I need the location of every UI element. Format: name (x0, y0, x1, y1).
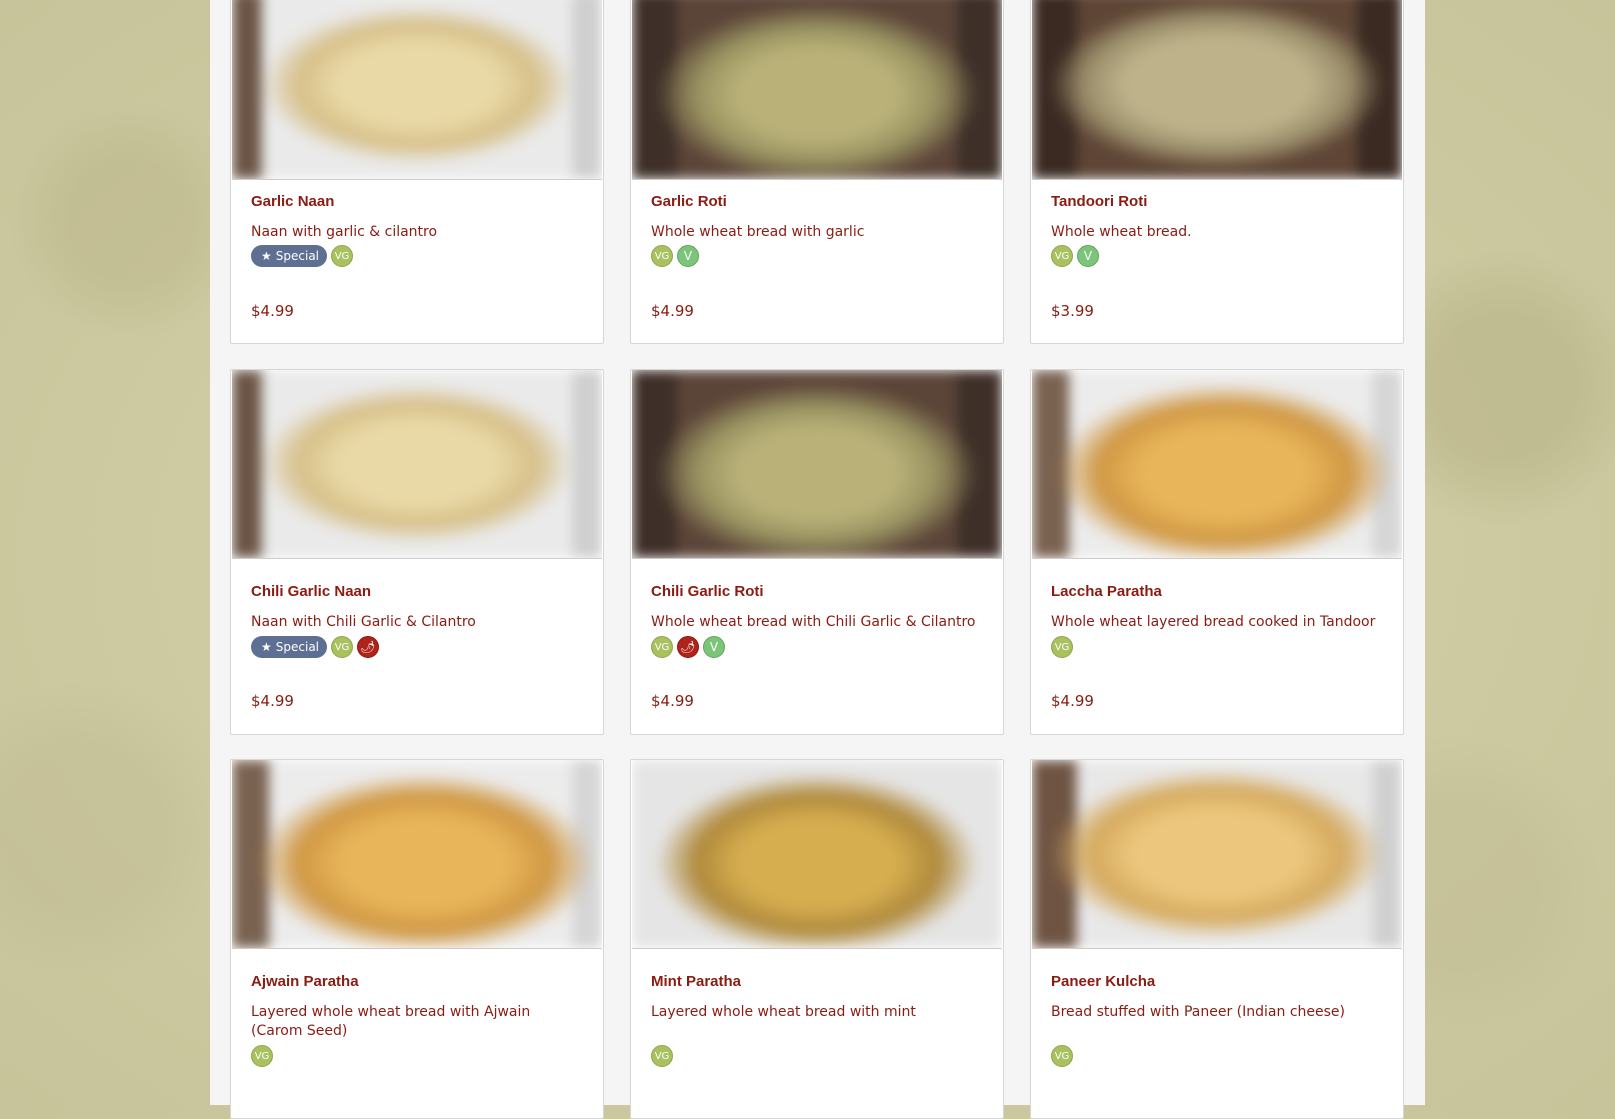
vegetarian-badge: VG (651, 1045, 673, 1067)
star-icon: ★ (261, 640, 272, 654)
item-name: Garlic Naan (251, 193, 335, 210)
item-description: Whole wheat bread with Chili Garlic & Ci… (651, 614, 976, 630)
item-photo (632, 0, 1002, 180)
menu-item-card[interactable]: Laccha Paratha Whole wheat layered bread… (1030, 369, 1404, 735)
item-badges: VG (1051, 1044, 1073, 1068)
item-price: $4.99 (651, 692, 694, 710)
item-description: Whole wheat bread. (1051, 224, 1192, 240)
item-name: Tandoori Roti (1051, 193, 1148, 210)
item-name: Mint Paratha (651, 973, 742, 990)
item-badges: ★ Special VG 🌶 (251, 635, 380, 659)
item-description: Whole wheat bread with garlic (651, 224, 865, 240)
item-badges: VG V (1051, 244, 1099, 268)
item-description: Naan with Chili Garlic & Cilantro (251, 614, 476, 630)
vegan-badge: V (703, 636, 725, 658)
item-name: Chili Garlic Naan (251, 583, 372, 600)
item-name: Chili Garlic Roti (651, 583, 764, 600)
item-photo (232, 760, 602, 949)
vegetarian-badge: VG (251, 1045, 273, 1067)
item-photo (632, 370, 1002, 559)
item-name: Garlic Roti (651, 193, 727, 210)
item-description: Layered whole wheat bread with mint (651, 1004, 916, 1020)
vegetarian-badge: VG (1051, 1045, 1073, 1067)
item-photo (632, 760, 1002, 949)
menu-item-card[interactable]: Ajwain Paratha Layered whole wheat bread… (230, 759, 604, 1119)
item-badges: VG 🌶 V (651, 635, 725, 659)
menu-item-card[interactable]: Tandoori Roti Whole wheat bread. VG V $3… (1030, 0, 1404, 344)
item-badges: VG (651, 1044, 673, 1068)
item-price: $4.99 (651, 302, 694, 320)
vegetarian-badge: VG (1051, 245, 1073, 267)
special-badge: ★ Special (251, 245, 328, 267)
menu-item-card[interactable]: Garlic Naan Naan with garlic & cilantro … (230, 0, 604, 344)
item-description: Whole wheat layered bread cooked in Tand… (1051, 614, 1376, 630)
item-photo (1032, 370, 1402, 559)
item-name: Paneer Kulcha (1051, 973, 1156, 990)
vegetarian-badge: VG (651, 636, 673, 658)
item-description: Layered whole wheat bread with Ajwain (C… (251, 1004, 531, 1039)
vegetarian-badge: VG (651, 245, 673, 267)
menu-item-card[interactable]: Chili Garlic Roti Whole wheat bread with… (630, 369, 1004, 735)
menu-item-card[interactable]: Chili Garlic Naan Naan with Chili Garlic… (230, 369, 604, 735)
item-photo (232, 0, 602, 180)
menu-item-card[interactable]: Mint Paratha Layered whole wheat bread w… (630, 759, 1004, 1119)
vegetarian-badge: VG (331, 245, 354, 267)
star-icon: ★ (261, 249, 272, 263)
item-description: Bread stuffed with Paneer (Indian cheese… (1051, 1004, 1345, 1020)
item-badges: VG (1051, 635, 1073, 659)
menu-panel: Garlic Naan Naan with garlic & cilantro … (210, 0, 1425, 1119)
item-photo (1032, 0, 1402, 180)
vegetarian-badge: VG (331, 636, 354, 658)
item-name: Ajwain Paratha (251, 973, 359, 990)
vegan-badge: V (1077, 245, 1099, 267)
chili-icon: 🌶 (357, 636, 380, 658)
item-badges: VG V (651, 244, 699, 268)
item-price: $3.99 (1051, 302, 1094, 320)
vegetarian-badge: VG (1051, 636, 1073, 658)
item-photo (232, 370, 602, 559)
item-price: $4.99 (251, 302, 294, 320)
vegan-badge: V (677, 245, 699, 267)
item-description: Naan with garlic & cilantro (251, 224, 438, 240)
menu-item-card[interactable]: Paneer Kulcha Bread stuffed with Paneer … (1030, 759, 1404, 1119)
menu-item-card[interactable]: Garlic Roti Whole wheat bread with garli… (630, 0, 1004, 344)
item-badges: ★ Special VG (251, 244, 354, 268)
item-badges: VG (251, 1044, 273, 1068)
item-name: Laccha Paratha (1051, 583, 1162, 600)
item-price: $4.99 (1051, 692, 1094, 710)
chili-icon: 🌶 (677, 636, 699, 658)
item-photo (1032, 760, 1402, 949)
item-price: $4.99 (251, 692, 294, 710)
special-badge: ★ Special (251, 636, 328, 658)
